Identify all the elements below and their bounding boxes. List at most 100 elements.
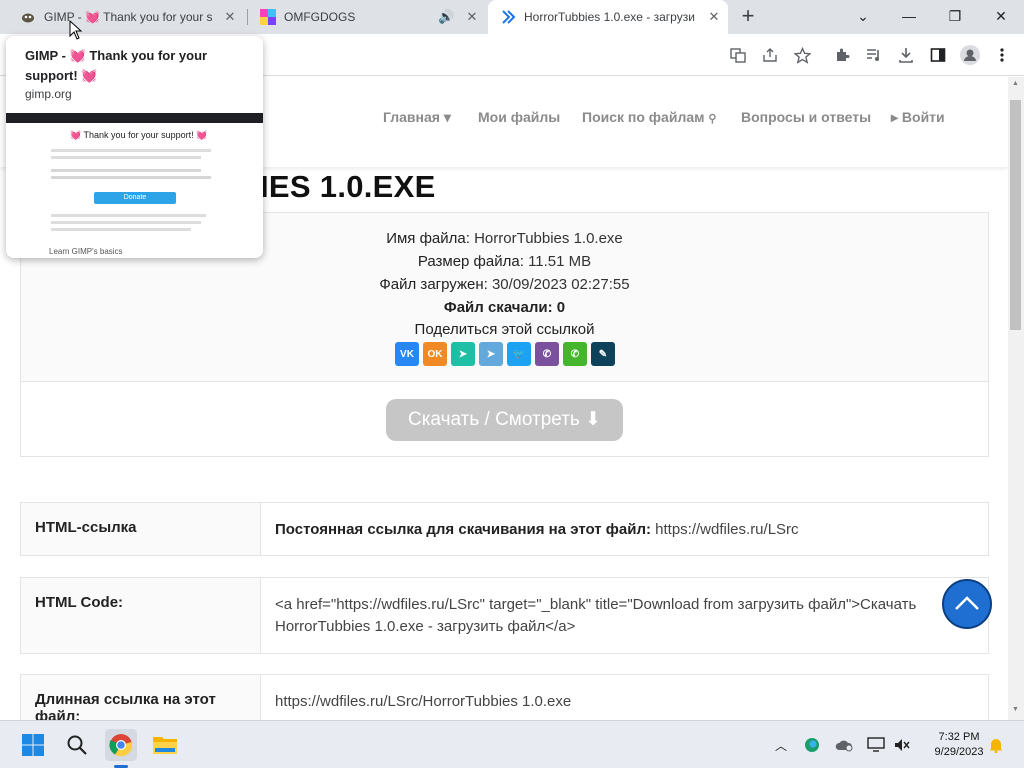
tab-search-chevron-icon[interactable]: ⌄: [840, 0, 886, 34]
long-link-row: Длинная ссылка на этот файл: https://wdf…: [20, 674, 989, 720]
preview-text-line: [51, 228, 191, 231]
tab-horrortubbies[interactable]: HorrorTubbies 1.0.exe - загрузи ✕: [488, 0, 728, 34]
windows-taskbar: ︿ 7:32 PM 9/29/2023: [0, 720, 1024, 768]
nav-my-files-link[interactable]: Мои файлы: [478, 109, 560, 125]
edge-tray-icon[interactable]: [802, 735, 822, 755]
search-button[interactable]: [61, 729, 93, 761]
file-name-label: Имя файла:: [386, 230, 470, 247]
bookmark-star-icon[interactable]: [790, 43, 814, 67]
hover-card-title: GIMP - 💓 Thank you for your support! 💓: [25, 48, 208, 83]
hover-card-preview: 💓 Thank you for your support! 💓 Donate L…: [6, 113, 263, 258]
scroll-up-arrow-icon[interactable]: ▲: [1010, 80, 1021, 92]
share-buttons: VK OK ➤ ➤ 🐦 ✆ ✆ ✎: [395, 342, 615, 366]
download-count: Файл скачали: 0: [443, 299, 566, 316]
share-icon[interactable]: [758, 43, 782, 67]
viber-share-icon[interactable]: ✆: [535, 342, 559, 366]
preview-text-line: [51, 149, 211, 152]
upload-date-line: Файл загружен: 30/09/2023 02:27:55: [21, 276, 988, 293]
nav-faq-link[interactable]: Вопросы и ответы: [741, 109, 871, 125]
chrome-icon: [109, 734, 133, 757]
media-control-icon[interactable]: [862, 43, 886, 67]
whatsapp-share-icon[interactable]: ✆: [563, 342, 587, 366]
display-icon[interactable]: [866, 735, 886, 755]
close-window-button[interactable]: ✕: [978, 0, 1024, 34]
nav-search-label: Поиск по файлам: [582, 109, 705, 125]
upload-date-label: Файл загружен:: [379, 276, 488, 293]
onedrive-status-icon[interactable]: [834, 735, 854, 755]
file-size-label: Размер файла:: [417, 253, 524, 270]
chrome-menu-icon[interactable]: [990, 43, 1014, 67]
notification-bell-icon[interactable]: [986, 735, 1006, 755]
preview-text-line: [51, 214, 206, 217]
preview-footer: Learn GIMP's basics: [49, 247, 123, 256]
downloads-icon[interactable]: [894, 43, 918, 67]
long-link-value[interactable]: https://wdfiles.ru/LSrc/HorrorTubbies 1.…: [275, 675, 978, 720]
page-title: IES 1.0.EXE: [260, 169, 436, 204]
restore-button[interactable]: ❐: [932, 0, 978, 34]
nav-home-link[interactable]: Главная ▾: [383, 109, 451, 126]
translate-icon[interactable]: [726, 43, 750, 67]
scroll-to-top-button[interactable]: [942, 579, 992, 629]
file-name-value: HorrorTubbies 1.0.exe: [474, 230, 623, 247]
ok-share-icon[interactable]: OK: [423, 342, 447, 366]
close-tab-icon[interactable]: ✕: [464, 9, 480, 25]
preview-text-line: [51, 169, 201, 172]
nav-search-link[interactable]: Поиск по файлам ⚲: [582, 109, 716, 125]
folder-icon: [153, 737, 177, 754]
share-label: Поделиться этой ссылкой: [414, 321, 595, 338]
close-tab-icon[interactable]: ✕: [706, 9, 722, 25]
html-link-label: HTML-ссылка: [21, 503, 261, 555]
html-code-label: HTML Code:: [21, 578, 261, 653]
file-explorer-taskbar-app[interactable]: [149, 729, 181, 761]
volume-muted-icon[interactable]: [892, 735, 912, 755]
download-view-button[interactable]: Скачать / Смотреть ⬇: [386, 399, 623, 441]
preview-text-line: [51, 156, 201, 159]
vk-share-icon[interactable]: VK: [395, 342, 419, 366]
gimp-favicon-icon: [22, 13, 34, 23]
livejournal-share-icon[interactable]: ✎: [591, 342, 615, 366]
html-link-value[interactable]: Постоянная ссылка для скачивания на этот…: [275, 503, 978, 557]
tab-separator: [247, 9, 248, 25]
html-link-row: HTML-ссылка Постоянная ссылка для скачив…: [20, 502, 989, 556]
scroll-down-arrow-icon[interactable]: ▼: [1010, 706, 1021, 718]
side-panel-icon[interactable]: [926, 43, 950, 67]
telegram-share-icon[interactable]: ➤: [479, 342, 503, 366]
permalink-caption: Постоянная ссылка для скачивания на этот…: [275, 521, 651, 538]
scrollbar-thumb[interactable]: [1010, 100, 1021, 330]
show-hidden-icons-chevron-icon[interactable]: ︿: [771, 735, 791, 755]
audio-playing-icon[interactable]: 🔊: [438, 9, 454, 25]
tab-gimp[interactable]: GIMP - 💓 Thank you for your s ✕: [8, 0, 244, 34]
mouse-cursor-icon: [69, 20, 83, 40]
new-tab-button[interactable]: +: [736, 5, 760, 29]
preview-donate-button: Donate: [94, 192, 176, 204]
search-icon: [67, 735, 87, 755]
tab-title: HorrorTubbies 1.0.exe - загрузи: [524, 10, 695, 24]
file-size-value: 11.51 MB: [528, 253, 592, 270]
nav-login-link[interactable]: ▸ Войти: [891, 109, 945, 126]
chevron-up-icon: [955, 596, 979, 610]
extensions-icon[interactable]: [830, 43, 854, 67]
omfgdogs-favicon-icon: [260, 9, 276, 25]
tab-strip: GIMP - 💓 Thank you for your s ✕ OMFGDOGS…: [0, 0, 1024, 34]
hover-card-domain: gimp.org: [25, 87, 72, 101]
html-code-row: HTML Code: <a href="https://wdfiles.ru/L…: [20, 577, 989, 654]
tab-omfgdogs[interactable]: OMFGDOGS 🔊 ✕: [250, 0, 486, 34]
long-link-label: Длинная ссылка на этот файл:: [21, 675, 261, 720]
chrome-taskbar-app[interactable]: [105, 729, 137, 761]
mailru-share-icon[interactable]: ➤: [451, 342, 475, 366]
preview-text-line: [51, 176, 211, 179]
magnifier-icon: ⚲: [708, 113, 717, 125]
preview-heading: 💓 Thank you for your support! 💓: [70, 130, 208, 140]
html-code-value[interactable]: <a href="https://wdfiles.ru/LSrc" target…: [275, 578, 978, 654]
start-button[interactable]: [17, 729, 49, 761]
permalink-url: https://wdfiles.ru/LSrc: [650, 521, 799, 538]
profile-avatar-icon[interactable]: [958, 43, 982, 67]
windows-logo-icon: [22, 734, 44, 756]
preview-navbar: [6, 113, 263, 123]
tab-title: OMFGDOGS: [284, 10, 356, 24]
minimize-button[interactable]: —: [886, 0, 932, 34]
tab-hover-card: GIMP - 💓 Thank you for your support! 💓 g…: [6, 36, 263, 258]
twitter-share-icon[interactable]: 🐦: [507, 342, 531, 366]
preview-text-line: [51, 221, 201, 224]
close-tab-icon[interactable]: ✕: [222, 9, 238, 25]
